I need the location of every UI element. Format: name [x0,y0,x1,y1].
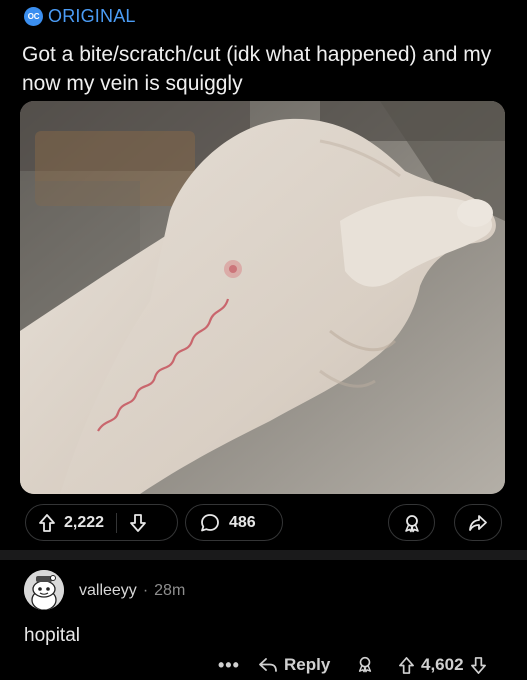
reply-label: Reply [284,655,331,674]
comment-actions: ••• Reply 4,602 [0,655,527,680]
arrow-down-icon[interactable] [129,513,147,533]
share-arrow-icon [468,514,488,532]
comment-vote-group: 4,602 [398,655,487,675]
meta-separator: · [142,582,149,599]
post-upvote-count: 2,222 [64,513,105,531]
comment-text: hopital [24,625,80,646]
arrow-up-icon[interactable] [38,513,56,533]
comment-username[interactable]: valleeyy [79,582,137,600]
award-icon [356,655,374,673]
snoo-avatar-icon [24,570,64,610]
avatar[interactable] [24,570,64,610]
original-content-label: ORIGINAL [48,6,136,26]
speech-bubble-icon [199,512,221,534]
award-button[interactable] [388,504,435,541]
arrow-up-icon[interactable] [398,656,415,675]
post-image[interactable] [20,101,505,494]
oc-icon: OC [24,7,43,26]
more-options-button[interactable]: ••• [218,655,240,676]
oc-badge-row: OC ORIGINAL [24,6,136,27]
share-button[interactable] [454,504,502,541]
post-vote-bar: 2,222 [25,504,178,541]
hand-photo-icon [20,101,505,494]
section-divider [0,550,527,560]
reply-button[interactable]: Reply [258,655,330,675]
vote-separator [116,512,118,533]
reply-arrow-icon [258,657,278,673]
comment-count: 486 [229,513,256,531]
post-title[interactable]: Got a bite/scratch/cut (idk what happene… [22,40,512,98]
comment-award-button[interactable] [356,655,374,673]
award-icon [402,513,422,533]
comment-timestamp: 28m [154,582,186,599]
comment-meta: valleeyy · 28m [79,582,185,600]
arrow-down-icon[interactable] [470,656,487,675]
comment-vote-count: 4,602 [421,655,464,674]
comments-button[interactable]: 486 [185,504,283,541]
